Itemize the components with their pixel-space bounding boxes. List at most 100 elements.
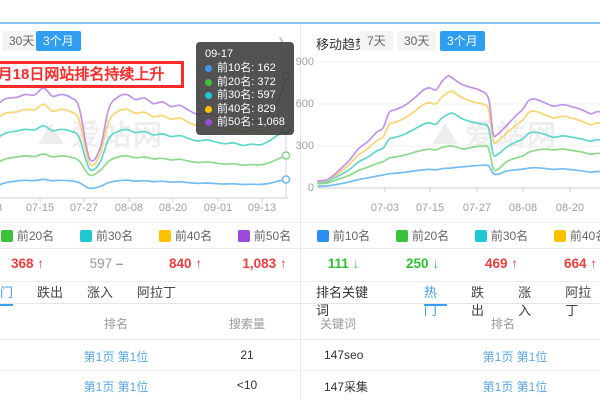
series-line-前10名	[0, 178, 288, 190]
tooltip-series-text: 前50名: 1,068	[217, 116, 285, 128]
tooltip-series-text: 前40名: 829	[217, 102, 276, 115]
keyword-tab-item[interactable]: 阿拉丁	[137, 284, 176, 304]
trend-charts	[0, 50, 600, 202]
legend-item-label: 前20名	[411, 229, 450, 243]
stat-cell: 1,083 ↑	[225, 256, 304, 271]
stat-value: 840 ↑	[168, 256, 203, 271]
right-table-row-keyword: 147采集	[324, 380, 369, 394]
top-bar	[0, 0, 600, 22]
series-dot-icon	[205, 78, 212, 86]
legend-item[interactable]: 前30名	[462, 227, 541, 244]
legend-item-label: 前20名	[16, 229, 55, 243]
separator	[0, 370, 600, 371]
left-chart-latest-stats: 368 ↑ 597 – 840 ↑ 1,083 ↑	[0, 256, 304, 271]
stat-value: 111 ↓	[327, 256, 360, 271]
legend-color-swatch	[79, 229, 92, 242]
stat-cell: 469 ↑	[462, 256, 541, 271]
series-dot-icon	[205, 105, 212, 113]
tooltip-series-row: 前10名: 162	[205, 62, 285, 76]
tooltip-series-text: 前30名: 597	[217, 89, 276, 101]
legend-item[interactable]: 前40名	[146, 227, 225, 244]
stat-cell: 111 ↓	[304, 256, 383, 271]
right-chart-legend: 前10名 前20名 前30名 前40名	[304, 227, 600, 244]
stat-value: 597 –	[89, 256, 124, 271]
stat-cell: 250 ↓	[383, 256, 462, 271]
tooltip-series-row: 前30名: 597	[205, 89, 285, 103]
legend-color-swatch	[395, 229, 408, 242]
legend-item-label: 前50名	[253, 229, 292, 243]
left-keyword-tabs: 热门 跌出 涨入 阿拉丁	[0, 284, 176, 306]
legend-item-label: 前30名	[95, 229, 134, 243]
separator	[0, 281, 600, 282]
stat-value: 368 ↑	[10, 256, 45, 271]
stat-trend-down-icon: ↓	[428, 256, 440, 271]
hover-point-marker	[281, 151, 291, 160]
legend-color-swatch	[553, 229, 566, 242]
legend-color-swatch	[0, 229, 13, 242]
legend-item[interactable]: 前50名	[225, 227, 304, 244]
separator	[0, 339, 600, 340]
tooltip-date: 09-17	[205, 48, 234, 60]
seo-rank-dashboard: { "left_panel": { "period_tabs": [ {"lab…	[0, 0, 600, 400]
annotation-box: 月18日网站排名持续上升	[0, 61, 184, 88]
left-table-header-volume: 搜索量	[228, 317, 266, 331]
tooltip-series-text: 前10名: 162	[217, 62, 276, 74]
legend-color-swatch	[237, 229, 250, 242]
separator	[0, 222, 600, 223]
stat-value: 250 ↓	[405, 256, 440, 271]
stat-value: 664 ↑	[563, 256, 598, 271]
right-keyword-tabs: 排名关键词 热门 跌出 涨入 阿拉丁	[316, 284, 600, 318]
stat-cell: 597 –	[67, 256, 146, 271]
legend-item[interactable]: 前30名	[67, 227, 146, 244]
right-chart-latest-stats: 111 ↓ 250 ↓ 469 ↑ 664 ↑	[304, 256, 600, 271]
stat-trend-down-icon: ↓	[348, 256, 360, 271]
left-table-row-rank-link[interactable]: 第1页 第1位	[84, 348, 149, 365]
legend-item[interactable]: 前40名	[541, 227, 600, 244]
series-dot-icon	[205, 119, 212, 127]
keyword-tab-active[interactable]: 热门	[0, 284, 14, 306]
right-table-row-rank-link[interactable]: 第1页 第1位	[483, 348, 548, 365]
left-table-header-rank: 排名	[103, 317, 129, 331]
right-table-row-rank-link[interactable]: 第1页 第1位	[483, 378, 548, 395]
stat-cell: 368 ↑	[0, 256, 67, 271]
chart-tooltip: 09-17 前10名: 162 前20名: 372 前30名: 597 前40名: 8…	[196, 42, 294, 135]
series-line-前20名	[317, 145, 600, 185]
tooltip-series-row: 前50名: 1,068	[205, 116, 285, 130]
tooltip-series-row: 前20名: 372	[205, 76, 285, 90]
legend-item-label: 前30名	[490, 229, 529, 243]
stat-value: 469 ↑	[484, 256, 519, 271]
keyword-tab-item[interactable]: 跌出	[37, 284, 63, 304]
stat-trend-up-icon: ↑	[586, 256, 598, 271]
stat-trend-flat-icon: –	[112, 256, 124, 271]
left-chart-legend: 前20名 前30名 前40名 前50名	[0, 227, 304, 244]
right-table-row-keyword: 147seo	[324, 348, 364, 362]
legend-color-swatch	[158, 229, 171, 242]
series-line-前20名	[0, 153, 288, 177]
left-table-row-volume: <10	[236, 378, 258, 392]
legend-color-swatch	[316, 229, 329, 242]
stat-cell: 840 ↑	[146, 256, 225, 271]
series-line-前10名	[317, 164, 600, 188]
stat-trend-up-icon: ↑	[507, 256, 519, 271]
series-dot-icon	[205, 92, 212, 100]
keyword-tab-item[interactable]: 涨入	[87, 284, 113, 304]
right-table-header-rank: 排名	[490, 317, 516, 331]
separator	[0, 248, 600, 249]
legend-item-label: 前40名	[174, 229, 213, 243]
keyword-tab-item[interactable]: 涨入	[518, 284, 541, 318]
stat-trend-up-icon: ↑	[191, 256, 203, 271]
legend-item-label: 前10名	[332, 229, 371, 243]
legend-item[interactable]: 前20名	[383, 227, 462, 244]
legend-item[interactable]: 前20名	[0, 227, 67, 244]
stat-trend-up-icon: ↑	[276, 256, 287, 271]
left-table-row-rank-link[interactable]: 第1页 第1位	[84, 378, 149, 395]
tooltip-series-text: 前20名: 372	[217, 75, 276, 88]
legend-item[interactable]: 前10名	[304, 227, 383, 244]
keyword-tab-active[interactable]: 热门	[423, 284, 447, 318]
hover-point-marker	[281, 175, 291, 184]
legend-item-label: 前40名	[569, 229, 600, 243]
keyword-tab-item[interactable]: 阿拉丁	[565, 284, 600, 318]
stat-cell: 664 ↑	[541, 256, 600, 271]
keyword-tab-item[interactable]: 跌出	[471, 284, 494, 318]
stat-trend-up-icon: ↑	[33, 256, 45, 271]
